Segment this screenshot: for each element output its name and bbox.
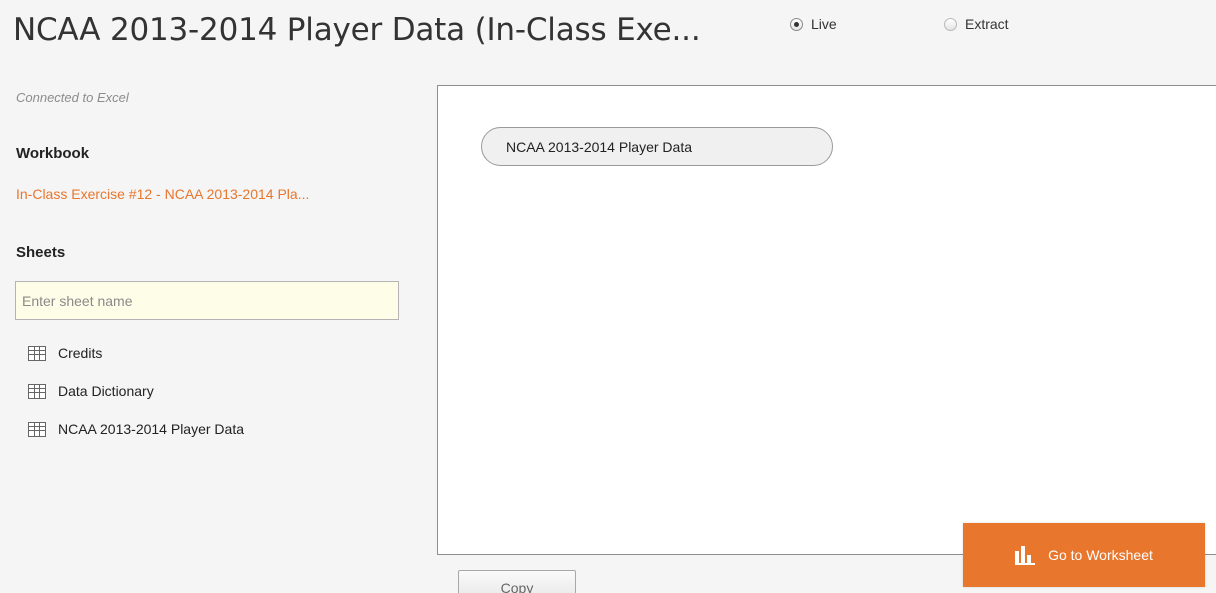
sheet-item-credits[interactable]: Credits (28, 334, 244, 372)
workbook-heading: Workbook (16, 145, 90, 162)
table-icon (28, 421, 46, 437)
sheet-item-player-data[interactable]: NCAA 2013-2014 Player Data (28, 410, 244, 448)
data-source-title[interactable]: NCAA 2013-2014 Player Data (In-Class Exe… (13, 12, 701, 48)
sheet-list: Credits Data Dictionary NCAA 2013-2014 P… (28, 334, 244, 448)
extract-radio-label: Extract (965, 16, 1009, 32)
table-icon (28, 345, 46, 361)
sheet-item-label: Credits (58, 345, 103, 361)
extract-radio-button[interactable] (944, 17, 957, 31)
table-icon (28, 383, 46, 399)
extract-radio-option[interactable]: Extract (944, 16, 1009, 32)
go-to-worksheet-label: Go to Worksheet (1048, 547, 1153, 563)
sheet-item-label: NCAA 2013-2014 Player Data (58, 421, 244, 437)
worksheet-chart-icon (1015, 545, 1036, 565)
table-pill-player-data[interactable]: NCAA 2013-2014 Player Data (481, 127, 833, 166)
live-radio-label: Live (811, 16, 837, 32)
sheet-item-label: Data Dictionary (58, 383, 154, 399)
workbook-link[interactable]: In-Class Exercise #12 - NCAA 2013-2014 P… (16, 186, 309, 202)
go-to-worksheet-button[interactable]: Go to Worksheet (963, 523, 1205, 587)
copy-button[interactable]: Copy (458, 570, 576, 593)
sheet-item-data-dictionary[interactable]: Data Dictionary (28, 372, 244, 410)
live-radio-button[interactable] (790, 17, 803, 31)
connection-status: Connected to Excel (16, 90, 129, 105)
sheets-heading: Sheets (16, 244, 66, 261)
sheet-search-input[interactable] (15, 281, 399, 320)
live-radio-option[interactable]: Live (790, 16, 837, 32)
join-canvas[interactable]: NCAA 2013-2014 Player Data (437, 85, 1216, 555)
